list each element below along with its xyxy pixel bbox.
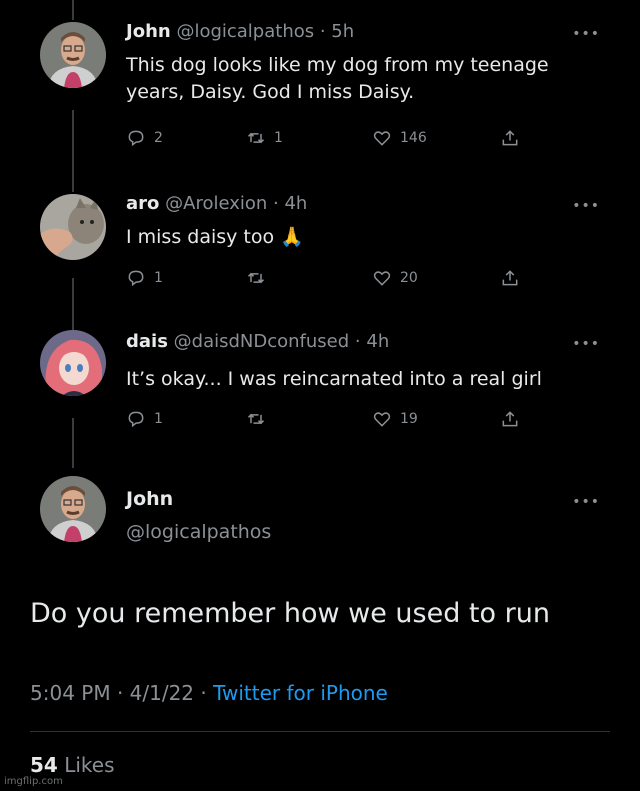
tweet-timestamp: 5:04 PM · 4/1/22 · Twitter for iPhone bbox=[30, 681, 388, 705]
handle[interactable]: @daisdNDconfused bbox=[174, 331, 350, 352]
share-button[interactable] bbox=[500, 268, 520, 288]
like-button[interactable]: 20 bbox=[372, 268, 418, 288]
retweet-button[interactable] bbox=[246, 409, 274, 429]
reply-icon bbox=[128, 270, 144, 287]
more-icon[interactable]: ••• bbox=[572, 198, 600, 214]
tweet-text-line: This dog looks like my dog from my teena… bbox=[126, 54, 549, 76]
share-button[interactable] bbox=[500, 409, 520, 429]
reply-icon bbox=[128, 411, 144, 428]
action-bar: 1 19 bbox=[126, 409, 546, 433]
action-bar: 2 1 146 bbox=[126, 128, 546, 152]
likes-label: Likes bbox=[64, 753, 115, 777]
reply-count: 2 bbox=[154, 130, 163, 146]
action-bar: 1 20 bbox=[126, 268, 546, 292]
reply-button[interactable]: 1 bbox=[126, 409, 163, 429]
share-icon bbox=[502, 411, 518, 427]
retweet-button[interactable] bbox=[246, 268, 274, 288]
like-count: 146 bbox=[400, 130, 427, 146]
like-count: 20 bbox=[400, 270, 418, 286]
reply-tweet[interactable]: aro @Arolexion · 4h ••• I miss daisy too… bbox=[0, 180, 640, 320]
divider bbox=[30, 731, 610, 732]
tweet-text: I miss daisy too 🙏 bbox=[126, 224, 304, 251]
retweet-icon bbox=[247, 413, 265, 425]
watermark: imgflip.com bbox=[4, 776, 63, 787]
timestamp[interactable]: · 4h bbox=[273, 193, 307, 214]
reply-tweet[interactable]: John @logicalpathos · 5h ••• This dog lo… bbox=[0, 0, 640, 180]
heart-icon bbox=[373, 131, 391, 146]
display-name[interactable]: John bbox=[126, 21, 171, 42]
avatar[interactable] bbox=[40, 22, 106, 88]
retweet-icon bbox=[247, 132, 265, 144]
like-button[interactable]: 19 bbox=[372, 409, 418, 429]
display-name[interactable]: aro bbox=[126, 193, 159, 214]
tweet-text: This dog looks like my dog from my teena… bbox=[126, 52, 549, 106]
retweet-icon bbox=[247, 272, 265, 284]
timestamp[interactable]: · 5h bbox=[320, 21, 354, 42]
more-icon[interactable]: ••• bbox=[572, 26, 600, 42]
likes-count: 54 bbox=[30, 753, 58, 777]
tweet-text: It’s okay... I was reincarnated into a r… bbox=[126, 368, 542, 390]
likes-summary[interactable]: 54 Likes bbox=[30, 753, 115, 777]
handle[interactable]: @logicalpathos bbox=[176, 21, 314, 42]
reply-button[interactable]: 2 bbox=[126, 128, 163, 148]
retweet-button[interactable]: 1 bbox=[246, 128, 283, 148]
share-icon bbox=[502, 130, 518, 146]
avatar[interactable] bbox=[40, 476, 106, 542]
like-button[interactable]: 146 bbox=[372, 128, 427, 148]
share-icon bbox=[502, 270, 518, 286]
avatar[interactable] bbox=[40, 194, 106, 260]
heart-icon bbox=[373, 412, 391, 427]
share-button[interactable] bbox=[500, 128, 520, 148]
main-handle[interactable]: @logicalpathos bbox=[126, 521, 271, 543]
timestamp[interactable]: · 4h bbox=[355, 331, 389, 352]
like-count: 19 bbox=[400, 411, 418, 427]
more-icon[interactable]: ••• bbox=[572, 494, 600, 510]
source-link[interactable]: Twitter for iPhone bbox=[213, 681, 388, 705]
display-name[interactable]: dais bbox=[126, 331, 168, 352]
main-display-name[interactable]: John bbox=[126, 488, 173, 510]
avatar[interactable] bbox=[40, 330, 106, 396]
retweet-count: 1 bbox=[274, 130, 283, 146]
reply-count: 1 bbox=[154, 411, 163, 427]
timestamp-text[interactable]: 5:04 PM · 4/1/22 · bbox=[30, 681, 207, 705]
heart-icon bbox=[373, 271, 391, 286]
pray-emoji: 🙏 bbox=[280, 226, 304, 248]
tweet-text-line: I miss daisy too bbox=[126, 226, 275, 248]
reply-button[interactable]: 1 bbox=[126, 268, 163, 288]
tweet-text-line: years, Daisy. God I miss Daisy. bbox=[126, 81, 415, 103]
more-icon[interactable]: ••• bbox=[572, 336, 600, 352]
reply-tweet[interactable]: dais @daisdNDconfused · 4h ••• It’s okay… bbox=[0, 320, 640, 460]
handle[interactable]: @Arolexion bbox=[165, 193, 267, 214]
reply-count: 1 bbox=[154, 270, 163, 286]
reply-icon bbox=[128, 130, 144, 147]
main-tweet-text: Do you remember how we used to run bbox=[30, 598, 550, 629]
